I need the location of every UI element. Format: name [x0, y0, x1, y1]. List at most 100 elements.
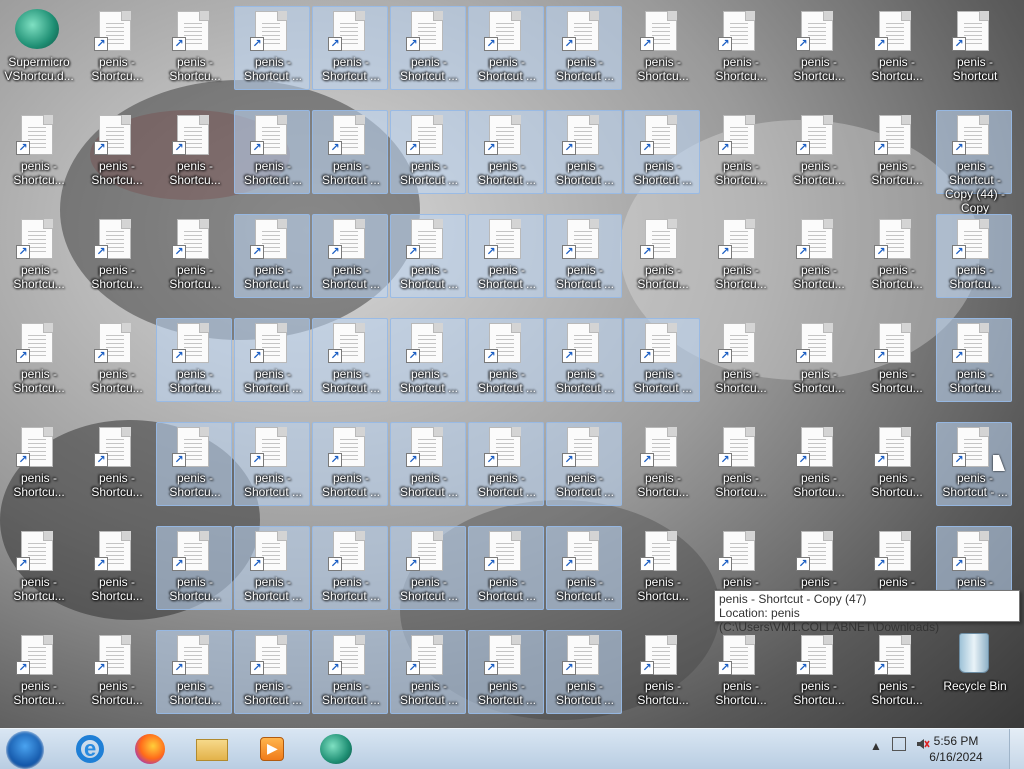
windows-start-orb-icon[interactable]: [6, 731, 44, 769]
desktop-icon-shortcut[interactable]: ↗ penis - Shortcu...: [0, 422, 76, 506]
desktop-icon-shortcut[interactable]: ↗ penis - Shortcut ...: [234, 630, 310, 714]
desktop-icon-shortcut[interactable]: ↗ penis - Shortcu...: [0, 110, 76, 194]
desktop-icon-shortcut[interactable]: ↗ penis - Shortcut ...: [624, 110, 700, 194]
desktop-icon-shortcut[interactable]: ↗ penis - Shortcu...: [156, 110, 232, 194]
desktop-icon-shortcut[interactable]: ↗ penis - Shortcut ...: [390, 214, 466, 298]
desktop-icon-shortcut[interactable]: ↗ penis - Shortcu...: [702, 422, 778, 506]
desktop-icon-shortcut[interactable]: ↗ penis - Shortcu...: [156, 318, 232, 402]
desktop-icon-shortcut[interactable]: ↗ penis - Shortcu...: [780, 422, 856, 506]
desktop-icon-shortcut[interactable]: ↗ penis - Shortcu...: [156, 526, 232, 610]
desktop-icon-shortcut[interactable]: ↗ penis - Shortcu...: [156, 422, 232, 506]
desktop-icon-shortcut[interactable]: ↗ penis - Shortcut ...: [390, 6, 466, 90]
desktop-icon-shortcut[interactable]: ↗ penis - Shortcu...: [156, 6, 232, 90]
desktop-icon-shortcut[interactable]: ↗ penis - Shortcut ...: [234, 422, 310, 506]
taskbar: ▲ 5:56 PM 6/16/2024: [0, 728, 1024, 769]
desktop-icon-shortcut[interactable]: ↗ penis - Shortcu...: [624, 422, 700, 506]
desktop-icon-shortcut[interactable]: ↗ penis - Shortcut ...: [468, 422, 544, 506]
desktop-icon-shortcut[interactable]: ↗ penis - Shortcu...: [858, 6, 934, 90]
desktop-icon-shortcut[interactable]: ↗ penis - Shortcut ...: [546, 110, 622, 194]
desktop-icon-shortcut[interactable]: ↗ penis - Shortcut ...: [546, 214, 622, 298]
show-desktop-button[interactable]: [1009, 729, 1024, 769]
desktop-icon-shortcut[interactable]: ↗ penis - Shortcut ...: [312, 630, 388, 714]
desktop-icon-shortcut[interactable]: ↗ penis - Shortcut ...: [234, 318, 310, 402]
desktop-icon-shortcut[interactable]: ↗ penis - Shortcu...: [78, 526, 154, 610]
desktop-icon-shortcut[interactable]: ↗ penis - Shortcu...: [780, 6, 856, 90]
desktop-icon-shortcut[interactable]: ↗ penis - Shortcu...: [78, 318, 154, 402]
desktop-icon-shortcut[interactable]: ↗ penis - Shortcut ...: [390, 110, 466, 194]
network-icon[interactable]: [892, 737, 906, 751]
desktop-icon-shortcut[interactable]: ↗ penis - Shortcut ...: [468, 6, 544, 90]
system-clock[interactable]: 5:56 PM 6/16/2024: [926, 733, 986, 765]
desktop-icon-shortcut[interactable]: ↗ penis - Shortcut ...: [312, 422, 388, 506]
desktop-icon-shortcut[interactable]: ↗ penis - Shortcu...: [780, 214, 856, 298]
desktop-icon-shortcut[interactable]: ↗ penis - Shortcu...: [702, 6, 778, 90]
desktop-icon-shortcut[interactable]: ↗ penis - Shortcu...: [0, 526, 76, 610]
desktop-icon-shortcut[interactable]: ↗ penis - Shortcut ...: [312, 110, 388, 194]
desktop-icon-shortcut[interactable]: ↗ penis - Shortcu...: [624, 526, 700, 610]
desktop-icon-shortcut[interactable]: ↗ penis - Shortcu...: [858, 110, 934, 194]
desktop-icon-shortcut[interactable]: ↗ penis - Shortcu...: [858, 318, 934, 402]
desktop-icon-shortcut[interactable]: ↗ penis - Shortcut ...: [234, 110, 310, 194]
desktop-icon-shortcut[interactable]: ↗ penis - Shortcu...: [78, 6, 154, 90]
desktop-icon-shortcut[interactable]: ↗ penis - Shortcu...: [936, 214, 1012, 298]
desktop-icon-shortcut[interactable]: ↗ penis - Shortcu...: [702, 110, 778, 194]
desktop-icon-shortcut[interactable]: ↗ penis - Shortcu...: [702, 630, 778, 714]
desktop-icon-shortcut[interactable]: ↗ penis - Shortcu...: [0, 214, 76, 298]
desktop-icon-label: penis - Shortcut ...: [399, 263, 459, 291]
desktop-icon-shortcut[interactable]: ↗ penis - Shortcut ...: [390, 318, 466, 402]
desktop-icon-shortcut[interactable]: ↗ penis - Shortcu...: [702, 214, 778, 298]
desktop-icon-shortcut[interactable]: ↗ penis - Shortcu...: [78, 422, 154, 506]
desktop-icon-shortcut[interactable]: ↗ penis - Shortcut ...: [312, 214, 388, 298]
desktop-icon-shortcut[interactable]: ↗ penis - Shortcu...: [936, 318, 1012, 402]
desktop-icon-shortcut[interactable]: ↗ penis - Shortcut ...: [234, 526, 310, 610]
taskbar-media-player-button[interactable]: [252, 733, 292, 765]
desktop-icon-shortcut[interactable]: ↗ penis - Shortcu...: [624, 6, 700, 90]
taskbar-supermicro-button[interactable]: [316, 733, 356, 765]
desktop-icon-shortcut[interactable]: ↗ penis - Shortcut ...: [468, 214, 544, 298]
desktop-icon-supermicro[interactable]: Supermicro VShortcu.d...: [0, 6, 76, 90]
desktop-icon-shortcut[interactable]: ↗ penis - Shortcut ...: [468, 110, 544, 194]
desktop-icon-shortcut[interactable]: ↗ penis - Shortcu...: [78, 110, 154, 194]
desktop-icon-shortcut[interactable]: ↗ penis - Shortcut - Copy (44) - Copy: [936, 110, 1012, 215]
desktop-icon-shortcut[interactable]: ↗ penis - Shortcut ...: [234, 6, 310, 90]
desktop-icon-shortcut[interactable]: ↗ penis - Shortcut ...: [312, 6, 388, 90]
desktop-icon-shortcut[interactable]: ↗ penis - Shortcut ...: [312, 318, 388, 402]
desktop-icon-shortcut[interactable]: ↗ penis - Shortcut ...: [546, 630, 622, 714]
tray-chevron-icon[interactable]: ▲: [870, 739, 882, 753]
desktop-icon-shortcut[interactable]: ↗ penis - Shortcu...: [624, 214, 700, 298]
desktop-icon-shortcut[interactable]: ↗ penis - Shortcu...: [858, 630, 934, 714]
desktop-icon-shortcut[interactable]: ↗ penis - Shortcut ...: [546, 422, 622, 506]
desktop-icon-shortcut[interactable]: ↗ penis - Shortcut ...: [468, 318, 544, 402]
desktop-icon-shortcut[interactable]: ↗ penis - Shortcut ...: [546, 526, 622, 610]
desktop-icon-recycle-bin[interactable]: Recycle Bin: [936, 630, 1012, 714]
desktop-icon-shortcut[interactable]: ↗ penis - Shortcu...: [78, 214, 154, 298]
desktop-icon-shortcut[interactable]: ↗ penis - Shortcut ...: [234, 214, 310, 298]
desktop-icon-shortcut[interactable]: ↗ penis - Shortcu...: [780, 318, 856, 402]
taskbar-file-explorer-button[interactable]: [192, 733, 232, 765]
desktop-icon-shortcut[interactable]: ↗ penis - Shortcu...: [156, 214, 232, 298]
desktop-icon-label: penis - Shortcu...: [91, 575, 143, 603]
desktop-icon-shortcut[interactable]: ↗ penis - Shortcut ...: [468, 630, 544, 714]
shortcut-arrow-icon: ↗: [874, 453, 888, 467]
desktop-icon-shortcut[interactable]: ↗ penis - Shortcut ...: [468, 526, 544, 610]
desktop-icon-shortcut[interactable]: ↗ penis - Shortcu...: [0, 318, 76, 402]
desktop-icon-shortcut[interactable]: ↗ penis - Shortcu...: [780, 630, 856, 714]
desktop-icon-shortcut[interactable]: ↗ penis - Shortcu...: [78, 630, 154, 714]
desktop-icon-shortcut[interactable]: ↗ penis - Shortcut ...: [390, 526, 466, 610]
desktop-icon-shortcut[interactable]: ↗ penis - Shortcut: [936, 6, 1012, 90]
taskbar-internet-explorer-button[interactable]: [70, 733, 110, 765]
desktop-icon-shortcut[interactable]: ↗ penis - Shortcu...: [858, 214, 934, 298]
desktop-icon-shortcut[interactable]: ↗ penis - Shortcu...: [858, 422, 934, 506]
desktop-icon-shortcut[interactable]: ↗ penis - Shortcu...: [156, 630, 232, 714]
desktop-icon-shortcut[interactable]: ↗ penis - Shortcu...: [780, 110, 856, 194]
desktop-icon-shortcut[interactable]: ↗ penis - Shortcu...: [0, 630, 76, 714]
desktop-icon-shortcut[interactable]: ↗ penis - Shortcut ...: [546, 6, 622, 90]
desktop-icon-shortcut[interactable]: ↗ penis - Shortcut ...: [546, 318, 622, 402]
desktop-icon-shortcut[interactable]: ↗ penis - Shortcut ...: [624, 318, 700, 402]
desktop-icon-shortcut[interactable]: ↗ penis - Shortcut ...: [390, 422, 466, 506]
desktop-icon-shortcut[interactable]: ↗ penis - Shortcu...: [702, 318, 778, 402]
taskbar-firefox-button[interactable]: [130, 733, 170, 765]
desktop-icon-shortcut[interactable]: ↗ penis - Shortcut ...: [390, 630, 466, 714]
desktop-icon-shortcut[interactable]: ↗ penis - Shortcu...: [624, 630, 700, 714]
desktop-icon-shortcut[interactable]: ↗ penis - Shortcut ...: [312, 526, 388, 610]
